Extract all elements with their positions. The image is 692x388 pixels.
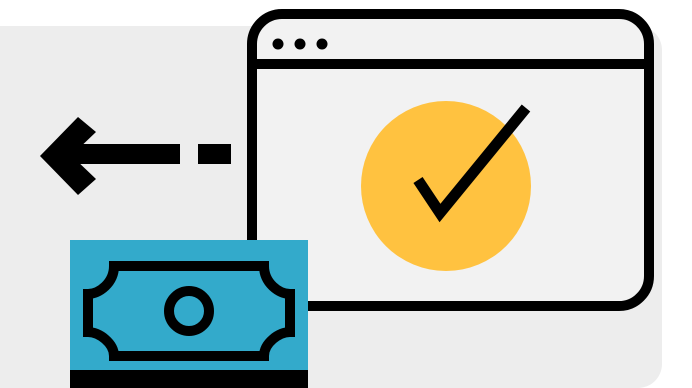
browser-dot-icon (316, 38, 328, 50)
arrow-dash (198, 144, 231, 164)
arrow-shaft (68, 144, 180, 164)
checkmark-icon (361, 101, 531, 271)
browser-dot-icon (294, 38, 306, 50)
browser-dot-icon (272, 38, 284, 50)
illustration-canvas (0, 9, 662, 388)
banknote-bottom-edge (70, 370, 308, 388)
payment-confirmed-illustration (0, 0, 692, 388)
background-panel-left-square (0, 26, 40, 388)
banknote-icon (70, 240, 308, 388)
